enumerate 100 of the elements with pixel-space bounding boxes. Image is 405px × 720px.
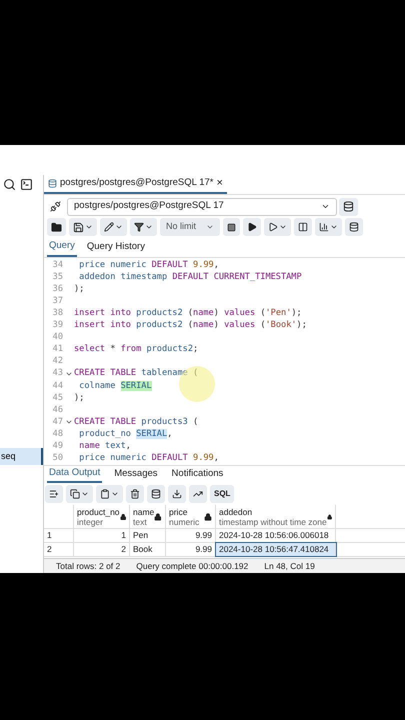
line-number: 44 <box>52 380 64 392</box>
close-icon[interactable]: × <box>216 175 223 192</box>
database-icon <box>343 201 354 212</box>
line-graph-icon <box>193 489 203 499</box>
chart-button[interactable] <box>315 218 342 236</box>
save-icon <box>73 222 84 232</box>
copy-icon <box>70 489 80 499</box>
save-data-button[interactable] <box>147 485 165 503</box>
database-icon <box>151 489 161 499</box>
database-button[interactable] <box>339 198 358 216</box>
line-number: 43 <box>52 367 64 380</box>
sql-button[interactable]: SQL <box>210 485 234 503</box>
line-number: 37 <box>52 294 64 308</box>
cursor-position: Ln 48, Col 19 <box>264 560 315 572</box>
line-number: 47 <box>52 416 64 429</box>
delete-button[interactable] <box>126 485 144 503</box>
stop-button[interactable] <box>223 218 240 236</box>
table-cell[interactable]: Pen <box>130 529 166 542</box>
caret-icon <box>145 223 153 231</box>
add-row-button[interactable] <box>45 485 63 503</box>
trash-icon <box>130 489 140 499</box>
database-icon <box>48 179 57 188</box>
column-header[interactable]: name text <box>130 505 166 528</box>
column-header[interactable]: addedon timestamp without time zone <box>216 505 336 528</box>
columns-icon <box>298 222 308 232</box>
line-number: 34 <box>52 258 64 272</box>
code-line: name text, <box>78 440 131 453</box>
code-line: product_no SERIAL, <box>78 428 172 441</box>
line-number: 41 <box>52 343 64 356</box>
output-tab[interactable]: Data Output <box>47 466 102 483</box>
search-icon[interactable] <box>3 178 16 190</box>
table-cell[interactable]: Book <box>130 543 166 556</box>
editor-tab[interactable]: postgres/postgres@PostgreSQL 17* × <box>44 175 227 194</box>
connection-select[interactable]: postgres/postgres@PostgreSQL 17 <box>67 198 337 216</box>
database-button[interactable] <box>345 218 364 236</box>
caret-icon <box>111 490 119 498</box>
folder-icon <box>51 222 62 232</box>
code-line: ); <box>74 392 84 405</box>
filter-icon <box>134 222 144 232</box>
caret-icon <box>206 223 214 231</box>
stop-icon <box>227 222 236 232</box>
columns-button[interactable] <box>294 218 312 236</box>
tree-item[interactable]: seq <box>0 448 43 465</box>
copy-button[interactable] <box>66 485 93 503</box>
database-icon <box>349 222 360 232</box>
play-icon <box>247 222 258 232</box>
table-cell[interactable]: 2 <box>74 543 130 556</box>
download-button[interactable] <box>168 485 186 503</box>
terminal-icon[interactable] <box>20 178 33 190</box>
edit-button[interactable] <box>100 218 127 236</box>
pencil-icon <box>104 222 114 232</box>
line-number: 36 <box>52 282 64 296</box>
column-header[interactable]: product_no integer <box>74 505 130 528</box>
open-file-button[interactable] <box>47 218 66 236</box>
lock-icon <box>120 512 126 520</box>
line-number: 42 <box>52 355 64 368</box>
plug-icon[interactable] <box>50 201 61 212</box>
caret-icon <box>330 223 338 231</box>
caret-icon <box>81 490 89 498</box>
column-header[interactable]: price numeric <box>166 505 216 528</box>
paste-button[interactable] <box>96 485 123 503</box>
row-count: Total rows: 2 of 2 <box>56 560 120 572</box>
clipboard-icon <box>100 489 110 499</box>
code-line: ); <box>74 282 84 296</box>
output-tab[interactable]: Notifications <box>170 466 226 483</box>
code-line: insert into products2 (name) values ('Pen'); <box>74 306 302 320</box>
line-number: 46 <box>52 404 64 417</box>
row-number[interactable]: 1 <box>44 529 74 542</box>
code-line: price numeric DEFAULT 9.99, <box>78 452 219 465</box>
code-line: CREATE TABLE tablename ( <box>74 367 198 380</box>
save-button[interactable] <box>69 218 97 236</box>
row-number[interactable]: 2 <box>44 543 74 556</box>
code-line: addedon timestamp DEFAULT CURRENT_TIMESTAMP <box>78 270 302 284</box>
bar-chart-icon <box>319 222 330 232</box>
query-status: Query complete 00:00:00.192 <box>136 560 248 572</box>
lock-icon <box>326 512 332 520</box>
table-cell[interactable]: 2024-10-28 10:56:47.410824 <box>216 543 336 556</box>
caret-icon <box>279 223 288 231</box>
graph-button[interactable] <box>189 485 207 503</box>
caret-icon <box>85 223 93 231</box>
lock-icon <box>204 512 212 520</box>
query-tab[interactable]: Query <box>47 238 77 257</box>
filter-button[interactable] <box>130 218 157 236</box>
limit-select[interactable]: No limit <box>160 218 220 236</box>
line-number: 40 <box>52 331 64 344</box>
output-tab[interactable]: Messages <box>112 466 160 483</box>
play-button[interactable] <box>243 218 262 236</box>
caret-icon <box>321 202 330 211</box>
line-number: 48 <box>52 428 64 441</box>
code-line: colname SERIAL <box>78 380 152 392</box>
code-line: select * from products2; <box>74 343 198 356</box>
query-tab[interactable]: Query History <box>84 238 147 257</box>
lock-icon <box>154 512 162 520</box>
play-icon <box>268 222 278 232</box>
line-number: 45 <box>52 392 64 405</box>
play-button[interactable] <box>264 218 292 236</box>
line-number: 38 <box>52 306 64 320</box>
tab-title: postgres/postgres@PostgreSQL 17* <box>60 176 214 190</box>
caret-icon <box>115 223 123 231</box>
table-cell[interactable]: 1 <box>74 529 130 542</box>
